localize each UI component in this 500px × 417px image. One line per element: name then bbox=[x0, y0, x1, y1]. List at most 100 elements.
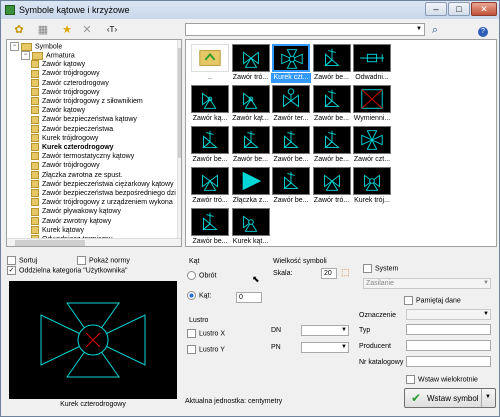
dn-label: DN bbox=[271, 327, 282, 334]
checkbox-box[interactable] bbox=[7, 256, 16, 265]
angle-group-title: Kąt bbox=[189, 258, 200, 265]
delete-icon[interactable]: ✕ bbox=[79, 22, 95, 38]
checkbox-box[interactable] bbox=[404, 296, 413, 305]
chevron-down-icon[interactable]: ▼ bbox=[341, 343, 347, 352]
mirror-y-checkbox[interactable]: Lustro Y bbox=[187, 345, 225, 355]
scroll-thumb[interactable] bbox=[15, 240, 85, 246]
insert-multiple-checkbox[interactable]: Wstaw wielokrotnie bbox=[406, 375, 478, 385]
insert-symbol-button[interactable]: ✔ Wstaw symbol ▼ bbox=[404, 388, 496, 408]
category-tree[interactable]: − Symbole − Armatura Zawór kątowy Zawór trójd… bbox=[6, 39, 182, 247]
radio-button-selected[interactable] bbox=[187, 291, 196, 300]
rotate-radio[interactable]: Obrót bbox=[187, 271, 217, 281]
mirror-x-checkbox[interactable]: Lustro X bbox=[187, 329, 225, 339]
symbol-tile-selected[interactable]: Kurek czt... bbox=[271, 43, 311, 83]
symbol-file-icon bbox=[31, 225, 39, 234]
symbol-tile[interactable]: Wymienni... bbox=[352, 84, 392, 124]
producer-input[interactable] bbox=[406, 340, 491, 351]
rotate-label: Obrót bbox=[199, 272, 217, 280]
symbol-file-icon bbox=[31, 161, 39, 170]
symbol-tile[interactable]: Zawór be... bbox=[190, 125, 230, 165]
symbol-tile[interactable]: Zawór ką... bbox=[190, 84, 230, 124]
symbol-tile[interactable]: Odwadni... bbox=[352, 43, 392, 83]
user-category-checkbox[interactable]: ✓ Oddzielna kategoria "Użytkownika" bbox=[7, 266, 127, 276]
symbol-tile-caption: Kurek kąt... bbox=[232, 238, 269, 245]
symbol-tile-caption: Zawór kąt... bbox=[232, 115, 269, 122]
pn-combobox[interactable]: ▼ bbox=[301, 342, 349, 353]
help-icon[interactable]: ? bbox=[475, 22, 491, 38]
chevron-down-icon[interactable]: ▼ bbox=[414, 24, 424, 35]
tree-vertical-scrollbar[interactable] bbox=[177, 40, 181, 238]
properties-icon[interactable]: ▦ bbox=[35, 22, 51, 38]
symbol-tile[interactable]: Złączka z... bbox=[231, 166, 271, 206]
system-combobox[interactable]: Zasilanie ▼ bbox=[363, 278, 491, 289]
scroll-thumb[interactable] bbox=[178, 48, 181, 158]
symbol-tile-caption: Zawór be... bbox=[192, 156, 228, 163]
symbol-tile[interactable]: Kurek kąt... bbox=[231, 207, 271, 247]
remember-data-checkbox[interactable]: Pamiętaj dane bbox=[404, 296, 461, 306]
chevron-down-icon[interactable]: ▼ bbox=[483, 279, 489, 288]
tree-horizontal-scrollbar[interactable] bbox=[7, 238, 181, 246]
remember-data-label: Pamiętaj dane bbox=[416, 297, 461, 305]
symbol-file-icon bbox=[31, 106, 39, 115]
symbol-tile[interactable]: Zawór kąt... bbox=[231, 84, 271, 124]
text-tool-icon[interactable]: ‹T› bbox=[101, 22, 123, 38]
search-icon[interactable]: ⌕ bbox=[427, 22, 443, 38]
radio-button[interactable] bbox=[187, 271, 196, 280]
dn-combobox[interactable]: ▼ bbox=[301, 325, 349, 336]
symbol-tile[interactable]: .. bbox=[190, 43, 230, 83]
designation-combobox[interactable]: ▼ bbox=[406, 309, 491, 320]
symbol-tile[interactable]: Zawór be... bbox=[312, 84, 352, 124]
three-way-valve-icon bbox=[231, 44, 270, 72]
search-combobox[interactable]: ▼ bbox=[185, 23, 425, 36]
symbol-tile[interactable]: Zawór ter... bbox=[271, 84, 311, 124]
checkbox-box[interactable] bbox=[187, 329, 196, 338]
maximize-button[interactable]: □ bbox=[448, 2, 470, 16]
chevron-down-icon[interactable]: ▼ bbox=[483, 310, 489, 319]
symbol-tile[interactable]: Zawór be... bbox=[231, 125, 271, 165]
symbol-file-icon bbox=[31, 143, 39, 152]
symbol-tile[interactable]: Zawór be... bbox=[312, 125, 352, 165]
minimize-button[interactable]: ‒ bbox=[425, 2, 447, 16]
symbol-tile[interactable]: Kurek trój... bbox=[352, 166, 392, 206]
symbol-tile[interactable]: Zawór be... bbox=[190, 207, 230, 247]
scale-pick-icon[interactable]: ⬚ bbox=[341, 267, 350, 278]
symbol-tile[interactable]: Zawór tró... bbox=[190, 166, 230, 206]
checkbox-box[interactable] bbox=[77, 256, 86, 265]
collapse-icon[interactable]: − bbox=[10, 42, 19, 51]
collapse-icon[interactable]: − bbox=[21, 51, 30, 60]
close-button[interactable]: ✕ bbox=[471, 2, 497, 16]
sort-checkbox[interactable]: Sortuj bbox=[7, 256, 37, 266]
checkbox-box[interactable] bbox=[406, 375, 415, 384]
chevron-down-icon[interactable]: ▼ bbox=[341, 326, 347, 335]
checkbox-box[interactable] bbox=[363, 264, 372, 273]
catalog-number-input[interactable] bbox=[406, 356, 491, 367]
favorite-star-icon[interactable]: ★ bbox=[59, 22, 75, 38]
scale-input[interactable]: 20 bbox=[321, 268, 337, 279]
symbol-tile[interactable]: Zawór be... bbox=[271, 125, 311, 165]
system-checkbox[interactable]: System bbox=[363, 264, 398, 274]
check-icon: ✔ bbox=[411, 391, 422, 405]
type-input[interactable] bbox=[406, 324, 491, 335]
symbol-tile[interactable]: Zawór be... bbox=[312, 43, 352, 83]
angle-radio[interactable]: Kąt: bbox=[187, 291, 211, 301]
symbol-grid[interactable]: .. Zawór tró... Kurek czt... Zawór be... Odw… bbox=[185, 39, 497, 247]
tree-item-label: Zawór trójdrogowy z urządzeniem wykona bbox=[42, 199, 173, 207]
add-folder-icon[interactable]: ✿ bbox=[11, 22, 27, 38]
symbol-tile[interactable]: Zawór tró... bbox=[312, 166, 352, 206]
producer-label: Producent bbox=[359, 343, 391, 350]
symbol-tile-caption: Zawór tró... bbox=[232, 74, 269, 81]
chevron-down-icon[interactable]: ▼ bbox=[485, 394, 491, 400]
tree-item-label: Zawór bezpieczeństwa kątowy bbox=[42, 116, 137, 124]
show-norms-checkbox[interactable]: Pokaż normy bbox=[77, 256, 130, 266]
checkbox-checked[interactable]: ✓ bbox=[7, 266, 16, 275]
symbol-tile-caption: Zawór be... bbox=[313, 115, 349, 122]
symbol-file-icon bbox=[31, 115, 39, 124]
symbol-file-icon bbox=[31, 97, 39, 106]
symbol-tile[interactable]: Zawór tró... bbox=[231, 43, 271, 83]
safety-valve-icon bbox=[272, 126, 310, 154]
symbol-tile[interactable]: Zawór be... bbox=[271, 166, 311, 206]
safety-valve-icon bbox=[312, 126, 351, 154]
angle-input[interactable]: 0 bbox=[236, 292, 262, 303]
symbol-tile[interactable]: Zawór czt... bbox=[352, 125, 392, 165]
checkbox-box[interactable] bbox=[187, 345, 196, 354]
